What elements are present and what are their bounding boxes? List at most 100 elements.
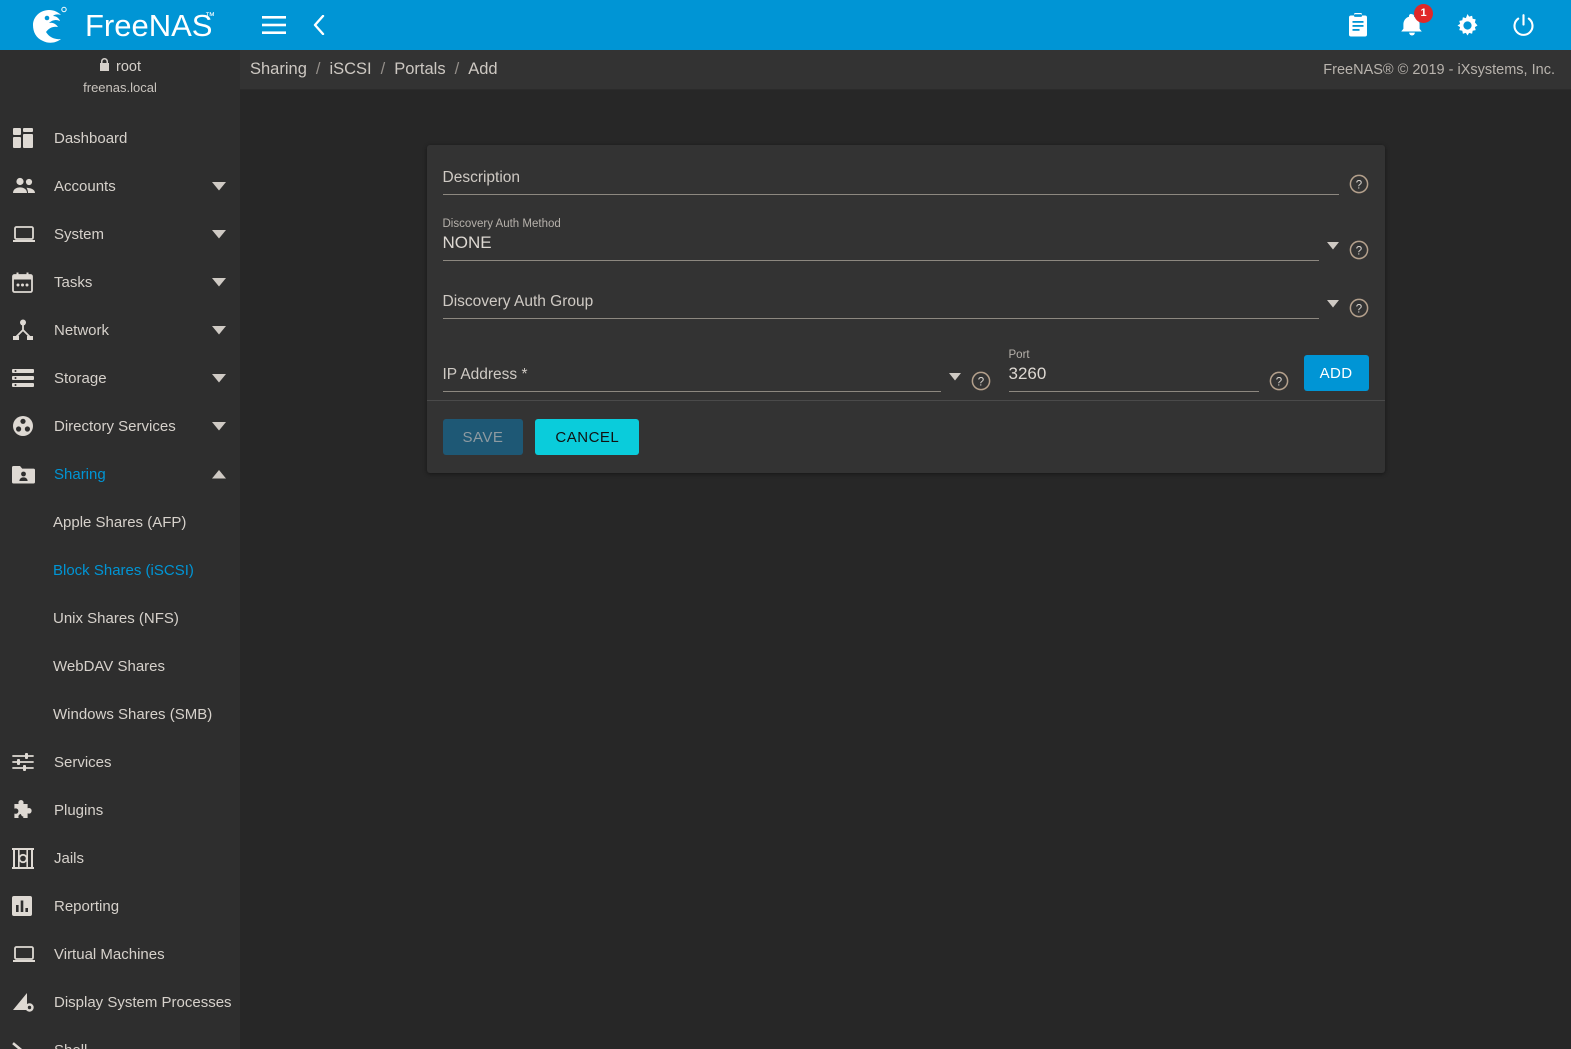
sidebar-item-display-system-processes[interactable]: Display System Processes	[0, 978, 240, 1026]
sidebar-item-label: Network	[54, 321, 110, 339]
portal-add-form-card: Description ? Discovery Auth Method NONE…	[426, 145, 1385, 473]
sidebar-item-plugins[interactable]: Plugins	[0, 786, 240, 834]
cancel-button[interactable]: CANCEL	[535, 419, 640, 455]
sidebar-item-accounts[interactable]: Accounts	[0, 162, 240, 210]
sidebar-item-label: Directory Services	[54, 417, 176, 435]
toolbar-right-group: 1	[1348, 4, 1555, 37]
processes-icon	[12, 990, 42, 1014]
sidebar-item-services[interactable]: Services	[0, 738, 240, 786]
sidebar-subitem-block-shares[interactable]: Block Shares (iSCSI)	[0, 546, 240, 594]
brand-logo[interactable]: FreeNAS ™	[0, 0, 240, 50]
sidebar-item-label: Tasks	[54, 273, 93, 291]
breadcrumb-item-portals[interactable]: Portals	[394, 60, 445, 79]
sidebar-item-label: Reporting	[54, 897, 120, 915]
sidebar-item-network[interactable]: Network	[0, 306, 240, 354]
help-circle-icon[interactable]: ?	[1349, 240, 1369, 260]
sidebar-item-system[interactable]: System	[0, 210, 240, 258]
sidebar-item-shell[interactable]: Shell	[0, 1026, 240, 1049]
clipboard-icon[interactable]	[1348, 13, 1368, 37]
breadcrumb-bar: Sharing / iSCSI / Portals / Add FreeNAS®…	[240, 50, 1571, 90]
dashboard-icon	[12, 126, 42, 150]
help-circle-icon[interactable]: ?	[1349, 174, 1369, 194]
svg-text:?: ?	[1275, 376, 1281, 388]
sidebar-subitem-webdav-shares[interactable]: WebDAV Shares	[0, 642, 240, 690]
sidebar-subitem-label: Unix Shares (NFS)	[53, 609, 179, 627]
sidebar-item-label: Storage	[54, 369, 107, 387]
help-circle-icon[interactable]: ?	[1269, 371, 1289, 391]
user-hostname: freenas.local	[83, 80, 157, 95]
sidebar-subitem-apple-shares[interactable]: Apple Shares (AFP)	[0, 498, 240, 546]
sidebar-subitem-unix-shares[interactable]: Unix Shares (NFS)	[0, 594, 240, 642]
sidebar-item-tasks[interactable]: Tasks	[0, 258, 240, 306]
breadcrumb-item-sharing[interactable]: Sharing	[250, 60, 307, 79]
chevron-down-icon[interactable]	[1326, 237, 1339, 255]
sidebar-item-label: Virtual Machines	[54, 945, 165, 963]
sidebar-item-dashboard[interactable]: Dashboard	[0, 114, 240, 162]
sidebar-item-virtual-machines[interactable]: Virtual Machines	[0, 930, 240, 978]
breadcrumb-item-add[interactable]: Add	[468, 60, 497, 79]
ip-address-group: IP Address * ?	[442, 364, 991, 392]
chevron-down-icon[interactable]	[212, 226, 226, 243]
directory-icon	[12, 414, 42, 438]
field-description: Description ?	[442, 167, 1369, 195]
notification-badge: 1	[1414, 4, 1433, 23]
content-area: Description ? Discovery Auth Method NONE…	[240, 90, 1571, 1049]
storage-icon	[12, 366, 42, 390]
lock-icon	[99, 58, 110, 76]
sidebar-item-label: Dashboard	[54, 129, 128, 147]
chevron-up-icon[interactable]	[212, 466, 226, 483]
port-group: Port 3260 ?	[1008, 348, 1289, 392]
help-circle-icon[interactable]: ?	[1349, 298, 1369, 318]
ip-address-select[interactable]: IP Address *	[442, 364, 941, 392]
chevron-down-icon[interactable]	[1326, 295, 1339, 313]
save-button[interactable]: SAVE	[442, 419, 524, 455]
folder-shared-icon	[12, 462, 42, 486]
field-discovery-auth-method: Discovery Auth Method NONE ?	[442, 217, 1369, 261]
chevron-down-icon[interactable]	[948, 368, 961, 386]
field-ip-address-port: IP Address * ? Port 3260 ? ADD	[442, 348, 1369, 392]
monitor-icon	[12, 942, 42, 966]
chevron-down-icon[interactable]	[212, 322, 226, 339]
field-discovery-auth-group: Discovery Auth Group ?	[442, 291, 1369, 319]
sidebar-subitem-label: WebDAV Shares	[53, 657, 165, 675]
chevron-down-icon[interactable]	[212, 418, 226, 435]
bell-icon[interactable]: 1	[1401, 4, 1433, 37]
sidebar-item-directory-services[interactable]: Directory Services	[0, 402, 240, 450]
gear-icon[interactable]	[1456, 13, 1479, 37]
sidebar-item-storage[interactable]: Storage	[0, 354, 240, 402]
network-icon	[12, 318, 42, 342]
chevron-down-icon[interactable]	[212, 178, 226, 195]
svg-text:?: ?	[977, 376, 983, 388]
chevron-down-icon[interactable]	[212, 370, 226, 387]
breadcrumb-separator: /	[454, 60, 460, 78]
discovery-auth-group-select[interactable]: Discovery Auth Group	[442, 291, 1319, 319]
description-placeholder: Description	[442, 169, 521, 186]
description-input[interactable]: Description	[442, 167, 1339, 195]
sliders-icon	[12, 750, 42, 774]
sidebar-subitem-label: Apple Shares (AFP)	[53, 513, 187, 531]
add-button[interactable]: ADD	[1303, 355, 1369, 391]
sidebar-subitem-label: Block Shares (iSCSI)	[53, 561, 194, 579]
hamburger-menu-icon[interactable]	[262, 16, 286, 34]
port-input[interactable]: Port 3260	[1008, 348, 1259, 392]
help-circle-icon[interactable]: ?	[971, 371, 991, 391]
discovery-auth-group-placeholder: Discovery Auth Group	[442, 293, 594, 310]
discovery-auth-method-select[interactable]: Discovery Auth Method NONE	[442, 217, 1319, 261]
svg-text:?: ?	[1355, 179, 1361, 191]
sidebar-item-sharing[interactable]: Sharing	[0, 450, 240, 498]
chevron-left-icon[interactable]	[312, 15, 325, 35]
svg-text:?: ?	[1355, 303, 1361, 315]
breadcrumb-separator: /	[380, 60, 386, 78]
app-root: FreeNAS ™ root freenas.local Dashboard A…	[0, 0, 1571, 1049]
svg-text:™: ™	[205, 11, 215, 22]
breadcrumb-item-iscsi[interactable]: iSCSI	[329, 60, 371, 79]
sidebar-item-label: Plugins	[54, 801, 104, 819]
chevron-down-icon[interactable]	[212, 274, 226, 291]
bar-chart-icon	[12, 894, 42, 918]
jail-icon	[12, 846, 42, 870]
sidebar-item-label: Display System Processes	[54, 993, 232, 1011]
sidebar-item-jails[interactable]: Jails	[0, 834, 240, 882]
sidebar-item-reporting[interactable]: Reporting	[0, 882, 240, 930]
power-icon[interactable]	[1512, 13, 1535, 37]
sidebar-subitem-windows-shares[interactable]: Windows Shares (SMB)	[0, 690, 240, 738]
